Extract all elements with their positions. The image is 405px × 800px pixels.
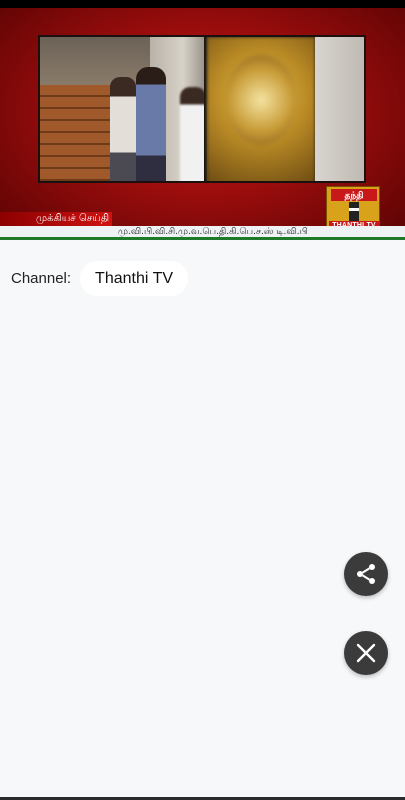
footage-portrait — [225, 55, 297, 145]
channel-chip[interactable]: Thanthi TV — [80, 261, 189, 296]
logo-tamil-text: தந்தி — [331, 189, 377, 201]
ticker-label: முக்கியச் செய்தி — [0, 212, 112, 226]
share-icon — [354, 562, 378, 586]
channel-label: Channel: — [11, 270, 72, 287]
ticker-divider — [0, 237, 405, 240]
tower-icon — [349, 202, 359, 222]
footage-gate-top — [40, 37, 150, 85]
footage-right-wall — [315, 37, 364, 181]
footage-person — [136, 67, 166, 181]
player-screen: தந்தி THANTHI TV முக்கியச் செய்தி மு.வி.… — [0, 0, 405, 800]
share-button[interactable] — [344, 552, 388, 596]
video-player[interactable]: தந்தி THANTHI TV முக்கியச் செய்தி மு.வி.… — [0, 0, 405, 240]
close-button[interactable] — [344, 631, 388, 675]
close-icon — [355, 642, 377, 664]
broadcast-frame: தந்தி THANTHI TV — [0, 8, 405, 238]
footage-person — [180, 87, 206, 181]
news-footage — [38, 35, 366, 183]
channel-row: Channel: Thanthi TV — [11, 261, 189, 296]
footage-person — [110, 77, 136, 181]
